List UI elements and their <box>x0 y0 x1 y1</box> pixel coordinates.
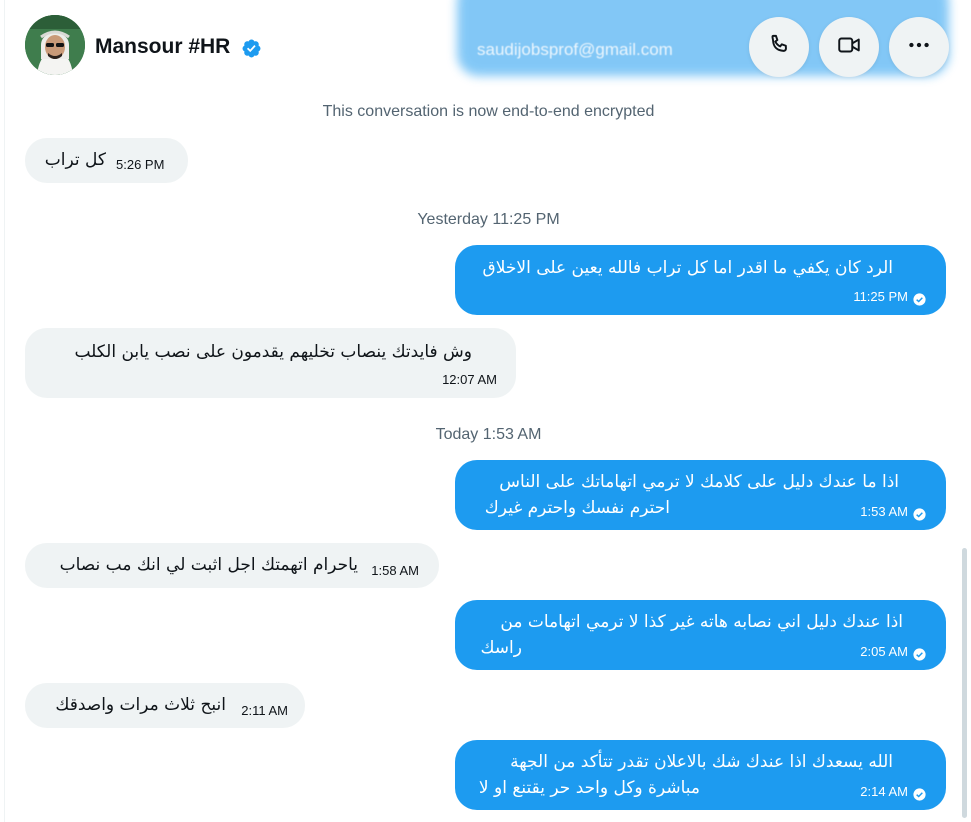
message-time: 1:58 AM <box>371 563 419 578</box>
date-divider: Yesterday 11:25 PM <box>417 211 560 228</box>
message-text: مباشرة وكل واحد حر يقتنع او لا <box>478 778 700 798</box>
message-time: 2:11 AM <box>241 703 288 718</box>
message-bubble-incoming[interactable]: كل تراب 5:26 PM <box>25 138 188 183</box>
avatar[interactable] <box>25 15 85 75</box>
message-bubble-outgoing[interactable]: اذا ما عندك دليل على كلامك لا ترمي اتهام… <box>455 460 946 530</box>
message-text: راسك <box>480 638 522 658</box>
message-text: وش فايدتك ينصاب تخليهم يقدمون على نصب يا… <box>74 342 472 362</box>
message-text: انبح ثلاث مرات واصدقك <box>55 695 226 715</box>
conversation-header: saudijobsprof@gmail.com Mansour #HR <box>5 0 971 96</box>
phone-icon <box>766 32 792 62</box>
message-text: اذا ما عندك دليل على كلامك لا ترمي اتهام… <box>499 472 899 492</box>
conversation-title[interactable]: Mansour #HR <box>95 35 230 59</box>
message-time: 12:07 AM <box>442 372 497 387</box>
read-check-icon <box>913 506 926 521</box>
call-button[interactable] <box>749 17 809 77</box>
message-time: 2:05 AM <box>860 644 908 659</box>
message-bubble-incoming[interactable]: ياحرام اتهمتك اجل اثبت لي انك مب نصاب 1:… <box>25 543 439 588</box>
message-text: ياحرام اتهمتك اجل اثبت لي انك مب نصاب <box>59 555 358 575</box>
encryption-notice: This conversation is now end-to-end encr… <box>322 103 655 120</box>
message-time: 1:53 AM <box>860 504 908 519</box>
message-bubble-outgoing[interactable]: الرد كان يكفي ما اقدر اما كل تراب فالله … <box>455 245 946 315</box>
read-check-icon <box>913 786 926 801</box>
message-text: احترم نفسك واحترم غيرك <box>484 498 670 518</box>
message-bubble-outgoing[interactable]: الله يسعدك اذا عندك شك بالاعلان تقدر تتأ… <box>455 740 946 810</box>
message-bubble-incoming[interactable]: انبح ثلاث مرات واصدقك 2:11 AM <box>25 683 305 728</box>
read-check-icon <box>913 291 926 306</box>
message-text: الرد كان يكفي ما اقدر اما كل تراب فالله … <box>482 258 893 278</box>
video-camera-icon <box>836 32 862 62</box>
message-bubble-incoming[interactable]: وش فايدتك ينصاب تخليهم يقدمون على نصب يا… <box>25 328 516 398</box>
message-text: كل تراب <box>44 150 106 170</box>
message-text: الله يسعدك اذا عندك شك بالاعلان تقدر تتأ… <box>510 752 893 772</box>
conversation-panel: saudijobsprof@gmail.com Mansour #HR This… <box>4 0 971 822</box>
message-text: اذا عندك دليل اني نصابه هاته غير كذا لا … <box>500 612 903 632</box>
blurred-message-text: saudijobsprof@gmail.com <box>477 40 673 59</box>
more-horizontal-icon <box>906 32 932 62</box>
message-time: 11:25 PM <box>853 289 908 304</box>
scrollbar[interactable] <box>962 548 967 818</box>
message-time: 5:26 PM <box>116 157 165 172</box>
more-options-button[interactable] <box>889 17 949 77</box>
message-time: 2:14 AM <box>860 784 908 799</box>
verified-badge-icon <box>241 38 262 59</box>
read-check-icon <box>913 646 926 661</box>
video-call-button[interactable] <box>819 17 879 77</box>
message-bubble-outgoing[interactable]: اذا عندك دليل اني نصابه هاته غير كذا لا … <box>455 600 946 670</box>
date-divider: Today 1:53 AM <box>435 426 542 443</box>
